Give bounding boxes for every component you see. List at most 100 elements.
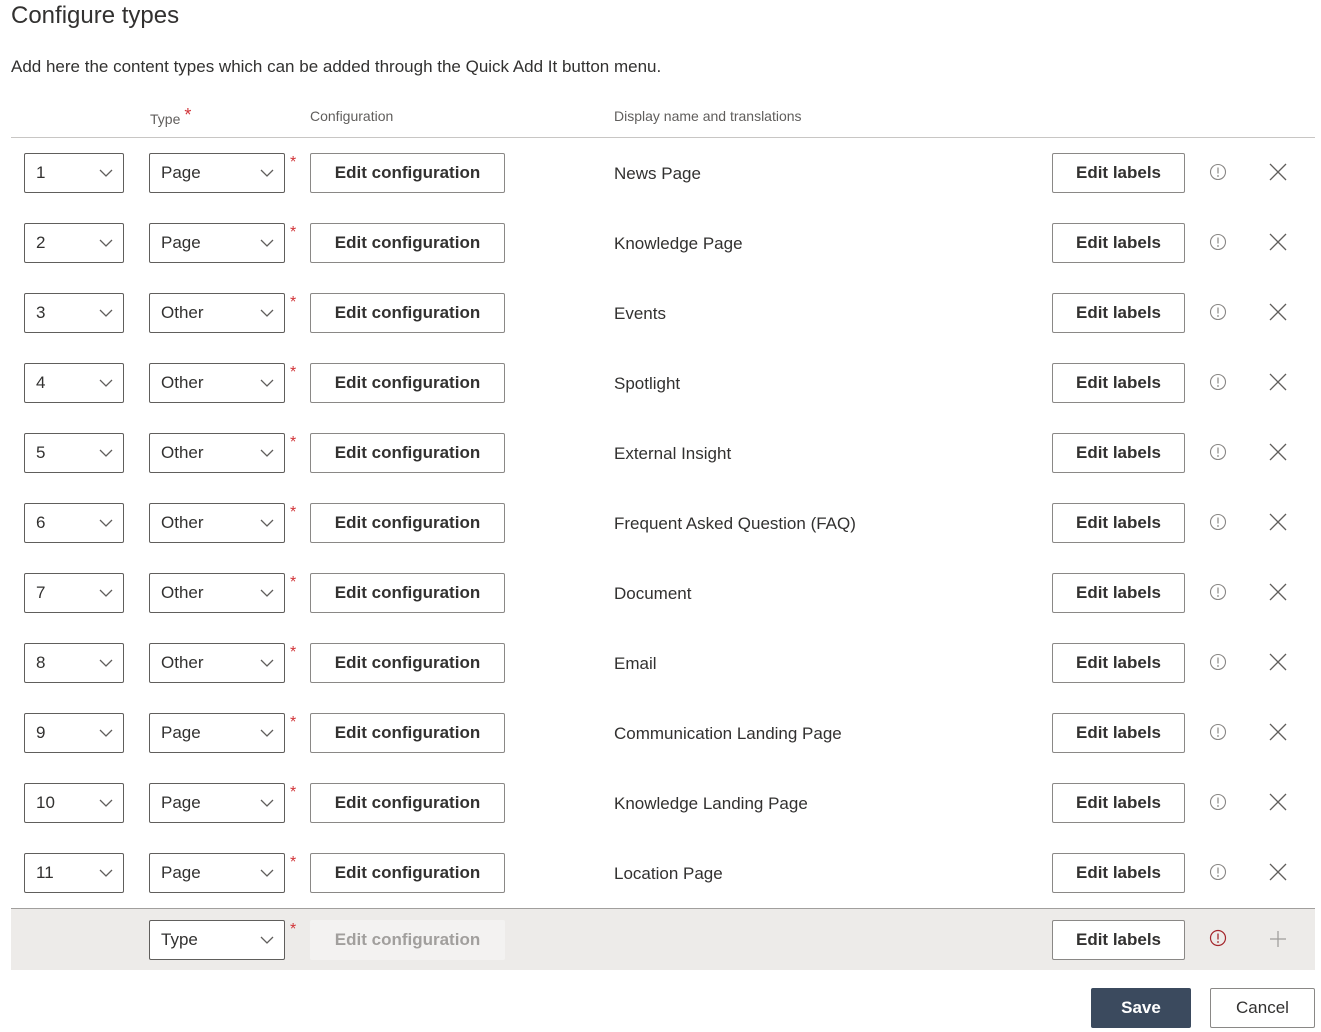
info-icon[interactable] [1209,723,1227,741]
close-icon[interactable] [1268,792,1288,812]
info-icon[interactable] [1209,303,1227,321]
type-dropdown[interactable]: Other [149,363,285,403]
edit-labels-button[interactable]: Edit labels [1052,293,1185,333]
edit-labels-button[interactable]: Edit labels [1052,853,1185,893]
edit-labels-button[interactable]: Edit labels [1052,223,1185,263]
order-dropdown[interactable]: 10 [24,783,124,823]
close-icon[interactable] [1268,862,1288,882]
required-mark: * [290,574,297,591]
edit-configuration-button[interactable]: Edit configuration [310,433,505,473]
order-dropdown[interactable]: 5 [24,433,124,473]
close-icon[interactable] [1268,232,1288,252]
close-icon[interactable] [1268,722,1288,742]
display-name: Knowledge Page [614,234,743,253]
edit-configuration-button[interactable]: Edit configuration [310,293,505,333]
info-icon[interactable] [1209,583,1227,601]
edit-configuration-button[interactable]: Edit configuration [310,223,505,263]
edit-labels-button[interactable]: Edit labels [1052,573,1185,613]
edit-labels-button[interactable]: Edit labels [1052,643,1185,683]
chevron-down-icon [260,869,274,877]
order-dropdown[interactable]: 11 [24,853,124,893]
type-dropdown[interactable]: Page [149,223,285,263]
info-icon[interactable] [1209,863,1227,881]
info-icon[interactable] [1209,793,1227,811]
close-icon[interactable] [1268,442,1288,462]
new-edit-configuration-button[interactable]: Edit configuration [310,920,505,960]
header-type-label: Type [150,111,181,127]
chevron-down-icon [99,659,113,667]
save-button[interactable]: Save [1091,988,1191,1028]
order-dropdown[interactable]: 8 [24,643,124,683]
type-value: Other [161,303,204,322]
edit-configuration-button[interactable]: Edit configuration [310,363,505,403]
type-dropdown[interactable]: Other [149,433,285,473]
error-icon[interactable] [1209,929,1227,947]
required-mark: * [290,224,297,241]
edit-configuration-button[interactable]: Edit configuration [310,643,505,683]
close-icon[interactable] [1268,162,1288,182]
new-edit-labels-button[interactable]: Edit labels [1052,920,1185,960]
order-value: 7 [36,583,46,602]
edit-configuration-button[interactable]: Edit configuration [310,783,505,823]
edit-labels-button[interactable]: Edit labels [1052,783,1185,823]
edit-configuration-button[interactable]: Edit configuration [310,503,505,543]
chevron-down-icon [260,379,274,387]
chevron-down-icon [99,169,113,177]
cancel-button[interactable]: Cancel [1210,988,1315,1028]
edit-configuration-button[interactable]: Edit configuration [310,853,505,893]
chevron-down-icon [260,659,274,667]
edit-configuration-button[interactable]: Edit configuration [310,153,505,193]
chevron-down-icon [99,799,113,807]
chevron-down-icon [260,169,274,177]
table-row: 4 Other * Edit configuration Spotlight E… [11,348,1315,418]
chevron-down-icon [260,239,274,247]
order-dropdown[interactable]: 3 [24,293,124,333]
edit-labels-button[interactable]: Edit labels [1052,363,1185,403]
table-row: 7 Other * Edit configuration Document Ed… [11,558,1315,628]
add-icon[interactable] [1268,929,1288,949]
info-icon[interactable] [1209,443,1227,461]
table-row: 5 Other * Edit configuration External In… [11,418,1315,488]
chevron-down-icon [260,799,274,807]
close-icon[interactable] [1268,582,1288,602]
type-dropdown[interactable]: Page [149,783,285,823]
close-icon[interactable] [1268,372,1288,392]
order-dropdown[interactable]: 9 [24,713,124,753]
required-mark: * [290,714,297,731]
display-name: Frequent Asked Question (FAQ) [614,514,856,533]
display-name: Location Page [614,864,723,883]
type-dropdown[interactable]: Other [149,503,285,543]
edit-labels-button[interactable]: Edit labels [1052,503,1185,543]
close-icon[interactable] [1268,652,1288,672]
required-mark: * [184,105,192,125]
info-icon[interactable] [1209,373,1227,391]
type-dropdown[interactable]: Page [149,853,285,893]
type-dropdown[interactable]: Page [149,153,285,193]
type-dropdown[interactable]: Other [149,643,285,683]
edit-labels-button[interactable]: Edit labels [1052,713,1185,753]
order-dropdown[interactable]: 2 [24,223,124,263]
info-icon[interactable] [1209,513,1227,531]
close-icon[interactable] [1268,512,1288,532]
order-dropdown[interactable]: 4 [24,363,124,403]
type-dropdown[interactable]: Other [149,573,285,613]
info-icon[interactable] [1209,233,1227,251]
edit-configuration-button[interactable]: Edit configuration [310,573,505,613]
order-dropdown[interactable]: 7 [24,573,124,613]
type-dropdown[interactable]: Other [149,293,285,333]
new-type-dropdown[interactable]: Type [149,920,285,960]
order-dropdown[interactable]: 6 [24,503,124,543]
chevron-down-icon [99,379,113,387]
type-dropdown[interactable]: Page [149,713,285,753]
edit-labels-button[interactable]: Edit labels [1052,153,1185,193]
edit-labels-button[interactable]: Edit labels [1052,433,1185,473]
order-dropdown[interactable]: 1 [24,153,124,193]
info-icon[interactable] [1209,163,1227,181]
close-icon[interactable] [1268,302,1288,322]
chevron-down-icon [260,589,274,597]
info-icon[interactable] [1209,653,1227,671]
edit-configuration-button[interactable]: Edit configuration [310,713,505,753]
display-name: Spotlight [614,374,681,393]
header-configuration: Configuration [310,108,394,124]
table-row: 8 Other * Edit configuration Email Edit … [11,628,1315,698]
